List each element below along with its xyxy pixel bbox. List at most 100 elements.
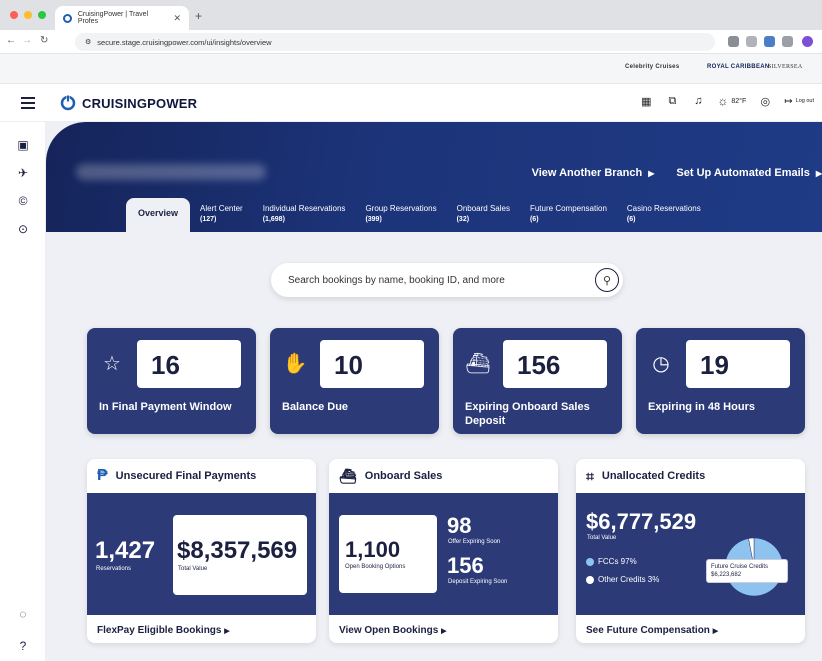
tooltip-title: Future Cruise Credits (711, 564, 769, 570)
caret-right-icon: ▶ (441, 628, 447, 635)
profile-avatar[interactable] (802, 36, 813, 47)
address-bar[interactable]: ⚙ secure.stage.cruisingpower.com/ui/insi… (75, 33, 715, 51)
stat-balance-due[interactable]: ✋ 10 Balance Due (270, 328, 439, 434)
tab-overview[interactable]: Overview (126, 198, 191, 232)
cruisingpower-logo[interactable]: CRUISINGPOWER (60, 95, 197, 111)
caret-right-icon: ▶ (648, 169, 655, 178)
stat-label: Expiring Onboard Sales Deposit (465, 401, 590, 428)
ship-icon: ⛴ (339, 467, 357, 484)
stat-value: 156 (503, 340, 607, 388)
open-booking-label: Open Booking Options (345, 564, 406, 570)
tab-label: Onboard Sales (456, 204, 510, 214)
tab-individual-reservations[interactable]: Individual Reservations (1,698) (253, 200, 356, 231)
caret-right-icon: ▶ (712, 628, 719, 635)
card-onboard-sales: ⛴ Onboard Sales 1,100 Open Booking Optio… (329, 459, 558, 643)
tab-label: Overview (138, 208, 179, 218)
card-title: Unsecured Final Payments (115, 470, 257, 482)
minimize-window-button[interactable] (24, 11, 32, 19)
card-unsecured-final-payments: ₱ Unsecured Final Payments 1,427 Reserva… (87, 459, 316, 643)
user-icon[interactable]: ◎ (758, 94, 772, 108)
chat-icon[interactable]: ⧉ (665, 94, 679, 108)
calendar-add-icon[interactable]: ▣ (15, 137, 31, 153)
site-info-icon[interactable]: ⚙ (85, 38, 91, 46)
apps-grid-icon[interactable]: ▦ (639, 94, 653, 108)
close-window-button[interactable] (10, 11, 18, 19)
caret-right-icon: ▶ (224, 628, 230, 635)
automated-emails-link[interactable]: Set Up Automated Emails ▶ (676, 167, 822, 179)
stat-value: 16 (137, 340, 241, 388)
insight-tabs: Overview Alert Center (127) Individual Re… (126, 198, 711, 232)
tab-count: (1,698) (262, 215, 285, 223)
tab-future-compensation[interactable]: Future Compensation (6) (520, 200, 617, 231)
back-icon[interactable]: ← (6, 35, 16, 46)
chat-support-icon[interactable]: ◌ (15, 606, 31, 622)
stat-value: 19 (686, 340, 790, 388)
reload-icon[interactable]: ↻ (40, 35, 48, 46)
stat-final-payment-window[interactable]: ☆ 16 In Final Payment Window (87, 328, 256, 434)
legend-other: Other Credits 3% (586, 575, 659, 584)
stat-expiring-48-hours[interactable]: ◷ 19 Expiring in 48 Hours (636, 328, 805, 434)
extensions-puzzle-icon[interactable] (782, 36, 793, 47)
offer-expiring-count: 98 (447, 513, 472, 538)
total-value-label: Total Value (178, 566, 208, 572)
link-label: View Open Bookings (339, 625, 439, 636)
legend-swatch (586, 575, 594, 584)
help-icon[interactable]: ? (15, 638, 31, 654)
stat-label: In Final Payment Window (99, 401, 232, 413)
link-label: FlexPay Eligible Bookings (97, 625, 222, 636)
currency-icon[interactable]: © (15, 193, 31, 209)
tab-count: (399) (365, 215, 382, 223)
search-input[interactable]: Search bookings by name, booking ID, and… (271, 263, 623, 297)
tab-label: Future Compensation (529, 204, 607, 214)
tab-group-reservations[interactable]: Group Reservations (399) (355, 200, 446, 231)
link-label: See Future Compensation (586, 625, 710, 636)
logout-button[interactable]: ↦ Log out (784, 96, 814, 107)
tab-count: (6) (529, 215, 539, 223)
reservations-count: 1,427 (95, 537, 156, 564)
branch-name-blurred (76, 164, 266, 180)
silversea-logo: SILVERSEA (768, 64, 803, 70)
tab-alert-center[interactable]: Alert Center (127) (190, 200, 253, 231)
search-icon[interactable]: ⚲ (595, 268, 619, 292)
brand-bar: Celebrity Cruises ROYAL CARIBBEAN SILVER… (0, 54, 822, 84)
main-content: View Another Branch ▶ Set Up Automated Em… (46, 122, 822, 661)
flexpay-eligible-link[interactable]: FlexPay Eligible Bookings ▶ (97, 625, 230, 636)
hero-actions: View Another Branch ▶ Set Up Automated Em… (532, 167, 822, 179)
browser-tab[interactable]: CruisingPower | Travel Profes ✕ (55, 6, 189, 30)
extension-icon[interactable] (764, 36, 775, 47)
bell-icon[interactable]: ♫ (691, 94, 705, 108)
view-another-branch-link[interactable]: View Another Branch ▶ (532, 167, 655, 179)
caret-right-icon: ▶ (815, 169, 822, 178)
extension-icon[interactable] (746, 36, 757, 47)
tab-casino-reservations[interactable]: Casino Reservations (6) (617, 200, 711, 231)
celebrity-logo: Celebrity Cruises (625, 64, 680, 70)
card-header: ⛴ Onboard Sales (329, 459, 558, 493)
see-future-compensation-link[interactable]: See Future Compensation ▶ (586, 625, 718, 636)
deposit-expiring-label: Deposit Expiring Soon (448, 579, 508, 585)
menu-icon[interactable] (21, 97, 35, 109)
card-body: 1,427 Reservations $8,357,569 Total Valu… (87, 493, 316, 615)
logo-mark-icon (60, 95, 76, 111)
hero-banner: View Another Branch ▶ Set Up Automated Em… (46, 122, 822, 232)
tab-onboard-sales[interactable]: Onboard Sales (32) (447, 200, 520, 231)
open-booking-count: 1,100 (345, 537, 401, 562)
credits-total: $6,777,529 (586, 509, 697, 534)
browser-tab-strip: CruisingPower | Travel Profes ✕ + (0, 0, 822, 30)
search-placeholder: Search bookings by name, booking ID, and… (288, 274, 505, 286)
maximize-window-button[interactable] (38, 11, 46, 19)
view-open-bookings-link[interactable]: View Open Bookings ▶ (339, 625, 446, 636)
stat-label: Expiring in 48 Hours (648, 401, 755, 413)
flexpay-logo-icon: ₱ (97, 467, 108, 484)
tab-label: Group Reservations (365, 204, 437, 214)
plane-icon[interactable]: ✈ (15, 165, 31, 181)
view-branch-label: View Another Branch (531, 167, 643, 179)
stat-expiring-onboard-deposit[interactable]: ⛴ 156 Expiring Onboard Sales Deposit (453, 328, 622, 434)
close-tab-icon[interactable]: ✕ (173, 13, 181, 24)
location-icon[interactable]: ⊙ (15, 221, 31, 237)
deposit-expiring-count: 156 (447, 553, 484, 578)
extension-icon[interactable] (728, 36, 739, 47)
new-tab-icon[interactable]: + (195, 9, 202, 23)
weather-widget[interactable]: ☼ 82°F (717, 94, 746, 108)
tab-label: Individual Reservations (262, 204, 346, 214)
forward-icon[interactable]: → (22, 35, 32, 46)
